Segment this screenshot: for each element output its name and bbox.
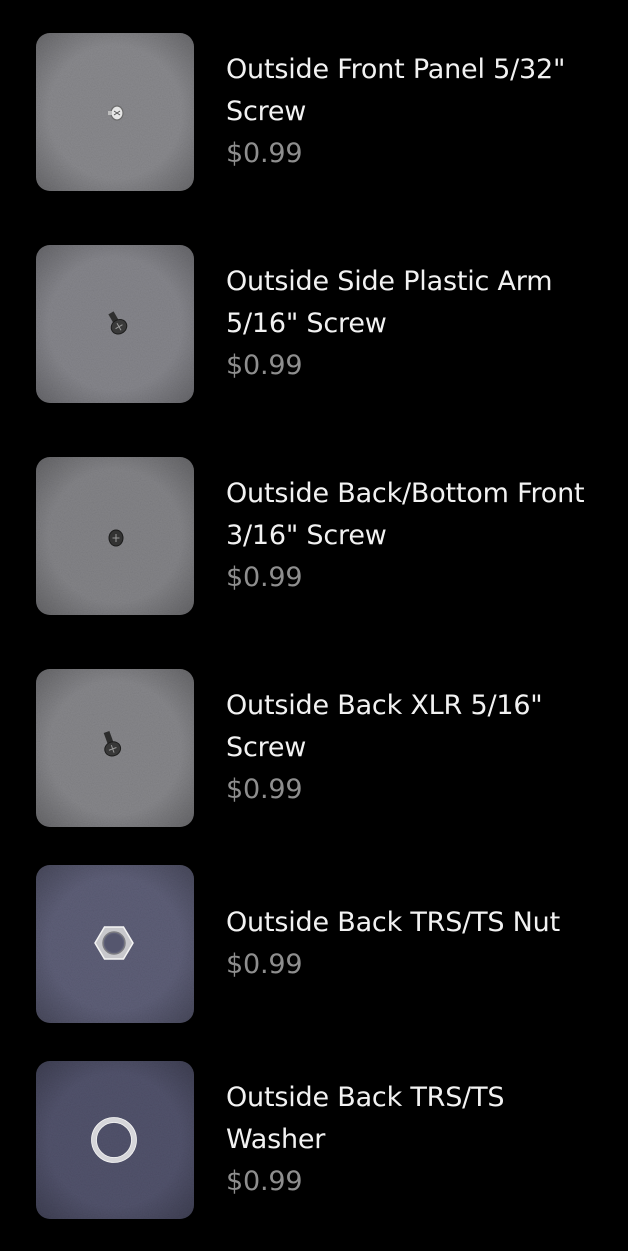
product-price: $0.99: [226, 350, 303, 381]
product-item[interactable]: Outside Front Panel 5/32" Screw $0.99: [36, 33, 606, 191]
product-title[interactable]: Outside Back TRS/TS Washer: [226, 1077, 606, 1161]
product-image[interactable]: [36, 245, 194, 403]
product-title[interactable]: Outside Side Plastic Arm 5/16" Screw: [226, 261, 606, 345]
product-image[interactable]: [36, 669, 194, 827]
product-title[interactable]: Outside Front Panel 5/32" Screw: [226, 49, 606, 133]
product-item[interactable]: Outside Back TRS/TS Washer $0.99: [36, 1061, 606, 1219]
product-image[interactable]: [36, 457, 194, 615]
product-price: $0.99: [226, 949, 303, 980]
hex-nut-image: [36, 865, 194, 1023]
product-price: $0.99: [226, 138, 303, 169]
product-price: $0.99: [226, 1166, 303, 1197]
product-info: Outside Back TRS/TS Washer $0.99: [226, 1061, 606, 1219]
product-list: Outside Front Panel 5/32" Screw $0.99 Ou…: [0, 0, 628, 1251]
product-item[interactable]: Outside Side Plastic Arm 5/16" Screw $0.…: [36, 245, 606, 403]
product-item[interactable]: Outside Back TRS/TS Nut $0.99: [36, 865, 606, 1023]
product-info: Outside Front Panel 5/32" Screw $0.99: [226, 33, 606, 191]
product-info: Outside Back TRS/TS Nut $0.99: [226, 865, 606, 1023]
product-image[interactable]: [36, 865, 194, 1023]
product-item[interactable]: Outside Back/Bottom Front 3/16" Screw $0…: [36, 457, 606, 615]
washer-image: [36, 1061, 194, 1219]
product-price: $0.99: [226, 562, 303, 593]
screw-head-image: [36, 457, 194, 615]
product-image[interactable]: [36, 33, 194, 191]
screw-image: [36, 669, 194, 827]
product-item[interactable]: Outside Back XLR 5/16" Screw $0.99: [36, 669, 606, 827]
product-title[interactable]: Outside Back TRS/TS Nut: [226, 902, 606, 944]
product-info: Outside Back/Bottom Front 3/16" Screw $0…: [226, 457, 606, 615]
screw-image: [36, 245, 194, 403]
product-title[interactable]: Outside Back/Bottom Front 3/16" Screw: [226, 473, 606, 557]
product-title[interactable]: Outside Back XLR 5/16" Screw: [226, 685, 606, 769]
product-info: Outside Side Plastic Arm 5/16" Screw $0.…: [226, 245, 606, 403]
product-info: Outside Back XLR 5/16" Screw $0.99: [226, 669, 606, 827]
small-screw-image: [36, 33, 194, 191]
product-image[interactable]: [36, 1061, 194, 1219]
product-price: $0.99: [226, 774, 303, 805]
